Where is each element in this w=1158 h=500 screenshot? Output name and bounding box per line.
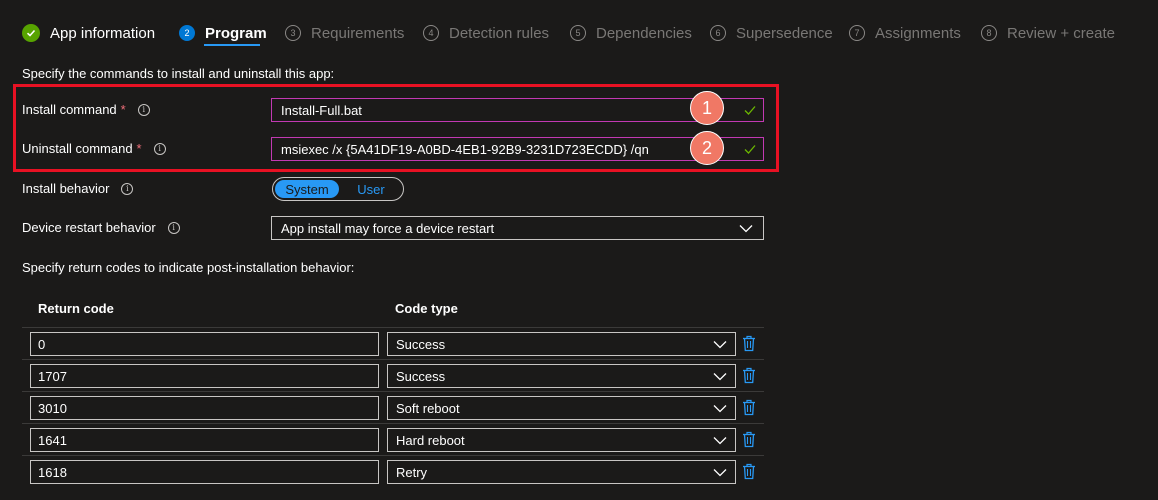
device-restart-text: Device restart behavior — [22, 220, 156, 235]
toggle-option-user[interactable]: User — [341, 180, 401, 198]
table-row: 0 Success — [22, 327, 764, 359]
step-supersedence[interactable]: 6 Supersedence — [710, 22, 833, 44]
device-restart-value: App install may force a device restart — [281, 220, 495, 236]
table-row: 1618 Retry — [22, 455, 764, 487]
step-number: 6 — [710, 25, 726, 41]
code-type-select[interactable]: Success — [387, 364, 736, 388]
chevron-down-icon — [739, 225, 753, 233]
return-code-value: 1618 — [38, 464, 67, 480]
code-type-select[interactable]: Success — [387, 332, 736, 356]
step-label: Assignments — [875, 24, 961, 42]
step-number: 3 — [285, 25, 301, 41]
code-type-value: Soft reboot — [396, 400, 460, 416]
return-code-header: Return code — [38, 301, 114, 316]
step-number: 7 — [849, 25, 865, 41]
step-label: App information — [50, 24, 156, 42]
return-code-value: 3010 — [38, 400, 67, 416]
step-label: Dependencies — [596, 24, 692, 42]
active-step-underline — [204, 44, 260, 46]
return-code-input[interactable]: 0 — [30, 332, 379, 356]
chevron-down-icon — [713, 341, 727, 349]
trash-icon[interactable] — [742, 463, 756, 480]
install-behavior-toggle: System User — [272, 177, 404, 201]
return-code-input[interactable]: 1707 — [30, 364, 379, 388]
table-row: 1641 Hard reboot — [22, 423, 764, 455]
highlight-box — [13, 84, 779, 172]
step-number: 2 — [179, 25, 195, 41]
return-code-input[interactable]: 1618 — [30, 460, 379, 484]
step-label: Detection rules — [449, 24, 550, 42]
table-row: 3010 Soft reboot — [22, 391, 764, 423]
chevron-down-icon — [713, 437, 727, 445]
chevron-down-icon — [713, 373, 727, 381]
trash-icon[interactable] — [742, 367, 756, 384]
trash-icon[interactable] — [742, 399, 756, 416]
wizard-steps: App information 2 Program 3 Requirements… — [0, 0, 1158, 56]
step-review-create[interactable]: 8 Review + create — [981, 22, 1115, 44]
step-number: 8 — [981, 25, 997, 41]
code-type-select[interactable]: Hard reboot — [387, 428, 736, 452]
commands-intro: Specify the commands to install and unin… — [22, 66, 335, 81]
info-icon[interactable]: i — [167, 221, 180, 234]
device-restart-label: Device restart behavior i — [22, 220, 180, 235]
trash-icon[interactable] — [742, 335, 756, 352]
step-requirements[interactable]: 3 Requirements — [285, 22, 404, 44]
code-type-select[interactable]: Retry — [387, 460, 736, 484]
code-type-value: Success — [396, 368, 446, 384]
code-type-select[interactable]: Soft reboot — [387, 396, 736, 420]
return-code-input[interactable]: 3010 — [30, 396, 379, 420]
return-codes-intro: Specify return codes to indicate post-in… — [22, 260, 355, 275]
step-label: Review + create — [1007, 24, 1115, 42]
checkmark-icon — [22, 24, 40, 42]
chevron-down-icon — [713, 469, 727, 477]
code-type-value: Retry — [396, 464, 428, 480]
trash-icon[interactable] — [742, 431, 756, 448]
code-type-value: Success — [396, 336, 446, 352]
chevron-down-icon — [713, 405, 727, 413]
return-code-input[interactable]: 1641 — [30, 428, 379, 452]
install-behavior-text: Install behavior — [22, 181, 110, 196]
return-code-value: 1707 — [38, 368, 67, 384]
annotation-badge-1: 1 — [690, 91, 724, 125]
step-app-information[interactable]: App information — [22, 22, 155, 44]
install-behavior-label: Install behavior i — [22, 181, 134, 196]
step-number: 4 — [423, 25, 439, 41]
return-code-value: 0 — [38, 336, 46, 352]
step-dependencies[interactable]: 5 Dependencies — [570, 22, 692, 44]
step-label: Program — [205, 24, 267, 42]
step-label: Requirements — [311, 24, 405, 42]
code-type-value: Hard reboot — [396, 432, 465, 448]
return-code-value: 1641 — [38, 432, 67, 448]
step-program[interactable]: 2 Program — [179, 22, 267, 44]
toggle-option-system[interactable]: System — [275, 180, 339, 198]
step-detection-rules[interactable]: 4 Detection rules — [423, 22, 549, 44]
table-row: 1707 Success — [22, 359, 764, 391]
annotation-badge-2: 2 — [690, 131, 724, 165]
info-icon[interactable]: i — [121, 182, 134, 195]
step-number: 5 — [570, 25, 586, 41]
device-restart-select[interactable]: App install may force a device restart — [271, 216, 764, 240]
code-type-header: Code type — [395, 301, 458, 316]
step-label: Supersedence — [736, 24, 833, 42]
step-assignments[interactable]: 7 Assignments — [849, 22, 961, 44]
